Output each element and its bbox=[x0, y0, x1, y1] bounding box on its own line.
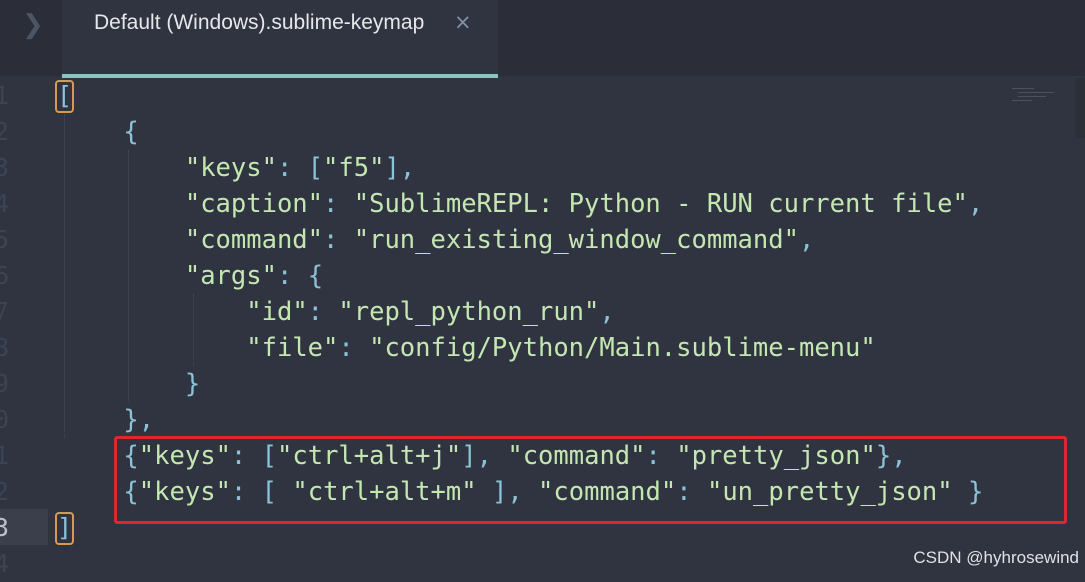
tab-title: Default (Windows).sublime-keymap bbox=[94, 11, 425, 34]
minimap-line bbox=[1012, 88, 1034, 89]
matched-bracket-open: [ bbox=[55, 80, 74, 113]
code-line: "keys": ["f5"], bbox=[184, 153, 416, 183]
tab-default-windows-keymap[interactable]: Default (Windows).sublime-keymap × bbox=[62, 0, 498, 78]
close-icon[interactable]: × bbox=[454, 10, 472, 34]
vertical-scrollbar[interactable] bbox=[1075, 78, 1085, 138]
annotation-highlight-box bbox=[114, 436, 1067, 524]
code-line: "file": "config/Python/Main.sublime-menu… bbox=[246, 333, 876, 363]
matched-bracket-close: ] bbox=[55, 512, 74, 545]
code-line: } bbox=[184, 369, 201, 399]
code-line: }, bbox=[123, 405, 155, 435]
code-line: "command": "run_existing_window_command"… bbox=[184, 225, 815, 255]
code-line: "caption": "SublimeREPL: Python - RUN cu… bbox=[184, 189, 984, 219]
minimap-line bbox=[1018, 92, 1054, 93]
minimap-line bbox=[1018, 96, 1046, 97]
code-line: "args": { bbox=[184, 261, 324, 291]
minimap-line bbox=[1012, 100, 1032, 101]
watermark: CSDN @hyhrosewind bbox=[913, 548, 1079, 567]
code-line: "id": "repl_python_run", bbox=[246, 297, 615, 327]
code-line: { bbox=[123, 117, 139, 147]
tab-bar: ❯ Default (Windows).sublime-keymap × bbox=[0, 0, 1085, 78]
chevron-right-icon[interactable]: ❯ bbox=[22, 10, 44, 40]
